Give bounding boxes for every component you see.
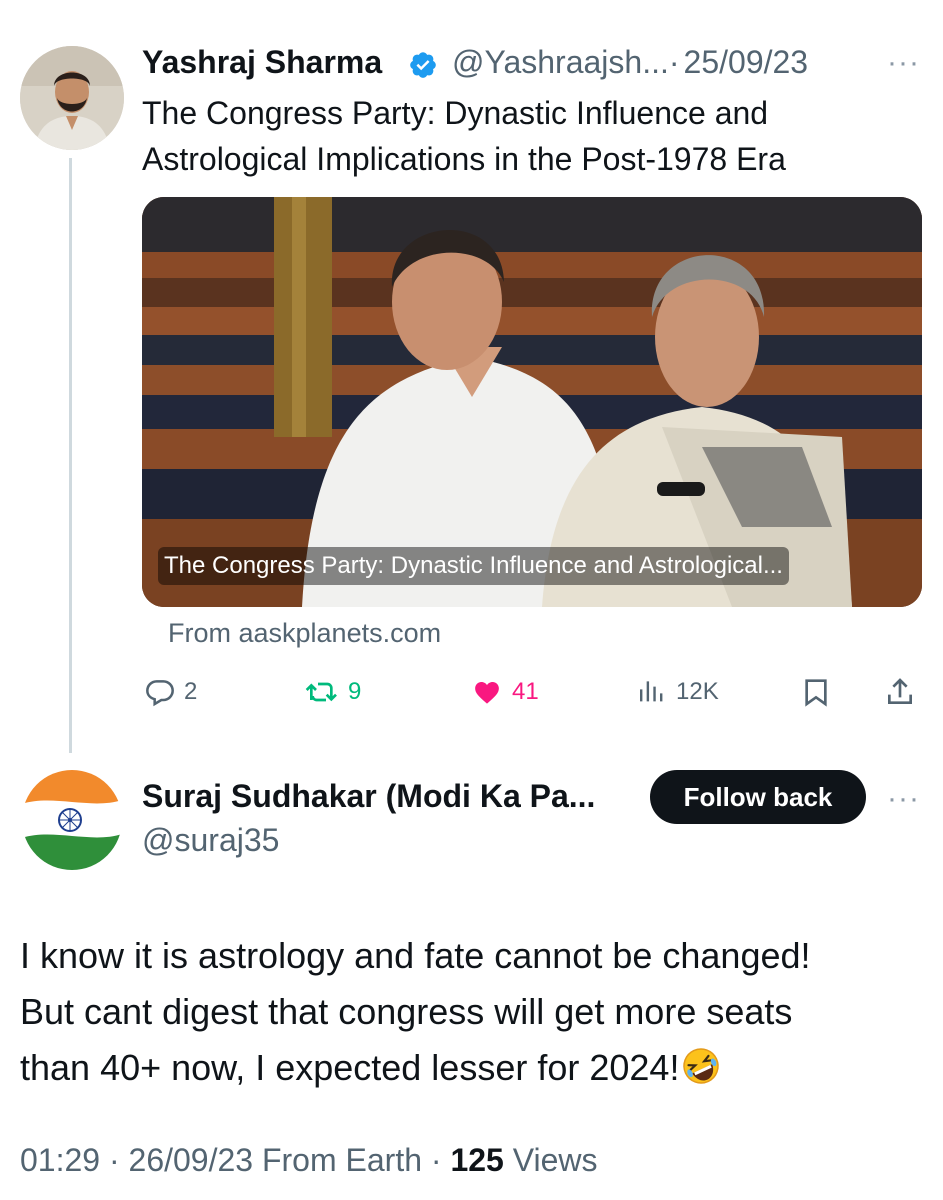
reply-author-avatar[interactable]	[22, 770, 122, 870]
reply-more-options-button[interactable]: ···	[887, 782, 920, 816]
thread-connector-line	[69, 158, 72, 753]
reply-text-line: But cant digest that congress will get m…	[20, 991, 793, 1032]
follow-back-button[interactable]: Follow back	[650, 770, 866, 824]
reply-metadata: 01:29 · 26/09/23 From Earth · 125 Views	[20, 1142, 598, 1179]
card-source-link[interactable]: From aaskplanets.com	[168, 618, 441, 649]
reply-button[interactable]: 2	[144, 674, 197, 710]
card-photo	[142, 197, 922, 607]
bookmark-icon	[805, 679, 827, 707]
share-icon	[888, 678, 912, 704]
bookmark-button[interactable]	[800, 674, 832, 710]
reply-text-line: than 40+ now, I expected lesser for 2024…	[20, 1047, 680, 1088]
reply-source: From Earth	[261, 1142, 422, 1178]
reply-time[interactable]: 01:29	[20, 1142, 100, 1178]
reply-icon	[146, 680, 174, 707]
meta-separator: ·	[108, 1142, 120, 1178]
like-icon	[475, 682, 499, 704]
views-count: 12K	[676, 678, 719, 705]
author-handle-and-date: @Yashraajsh...· 25/09/23	[452, 44, 808, 81]
reply-text-line: I know it is astrology and fate cannot b…	[20, 935, 811, 976]
author-avatar[interactable]	[20, 46, 124, 150]
retweet-count: 9	[348, 678, 362, 705]
like-count: 41	[512, 678, 539, 705]
like-button[interactable]: 41	[470, 674, 539, 710]
date-separator: ·	[668, 44, 680, 80]
tweet-text-line: The Congress Party: Dynastic Influence a…	[142, 95, 769, 131]
retweet-button[interactable]: 9	[304, 674, 361, 710]
link-card-image[interactable]: The Congress Party: Dynastic Influence a…	[142, 197, 922, 607]
rofl-emoji-icon	[681, 1046, 721, 1086]
reply-views-count: 125	[450, 1142, 504, 1178]
tweet-text: The Congress Party: Dynastic Influence a…	[142, 90, 912, 182]
views-icon	[640, 681, 663, 702]
reply-author-handle[interactable]: @suraj35	[142, 822, 279, 859]
reply-text-line-last: than 40+ now, I expected lesser for 2024…	[20, 1040, 920, 1096]
more-options-button[interactable]: ···	[887, 46, 920, 80]
author-handle[interactable]: @Yashraajsh...	[452, 44, 669, 80]
views-button[interactable]: 12K	[636, 674, 719, 710]
reply-author-name[interactable]: Suraj Sudhakar (Modi Ka Pa...	[142, 778, 595, 815]
reply-count: 2	[184, 678, 198, 705]
reply-text: I know it is astrology and fate cannot b…	[20, 928, 920, 1096]
author-name[interactable]: Yashraj Sharma	[142, 44, 382, 81]
india-flag-avatar	[22, 770, 122, 870]
tweet-date[interactable]: 25/09/23	[684, 44, 809, 80]
verified-badge-icon	[408, 50, 438, 80]
share-button[interactable]	[884, 674, 916, 710]
retweet-icon	[305, 682, 337, 702]
reply-date[interactable]: 26/09/23	[129, 1142, 254, 1178]
reply-views-label: Views	[512, 1142, 598, 1178]
meta-separator: ·	[430, 1142, 442, 1178]
card-title-overlay: The Congress Party: Dynastic Influence a…	[158, 547, 789, 585]
tweet-text-line: Astrological Implications in the Post-19…	[142, 141, 786, 177]
avatar-photo	[20, 46, 124, 150]
